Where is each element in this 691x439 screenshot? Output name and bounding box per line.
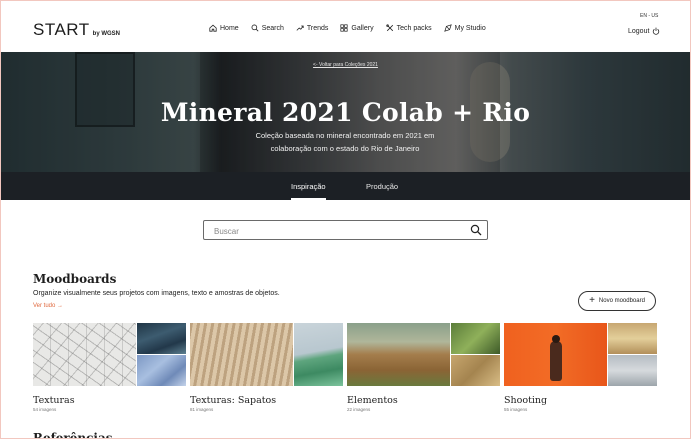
nav-my-studio-label: My Studio (454, 24, 486, 32)
power-icon (653, 27, 660, 35)
moodboard-image (294, 323, 343, 386)
moodboards-description: Organize visualmente seus projetos com i… (33, 290, 280, 297)
logo[interactable]: START by WGSN (33, 20, 120, 40)
nav-trends-label: Trends (306, 24, 329, 32)
moodboard-image (451, 355, 500, 386)
logout-button[interactable]: Logout (628, 27, 660, 35)
moodboard-image (33, 323, 136, 386)
moodboard-count: 54 imagens (33, 407, 57, 412)
moodboard-image (137, 355, 186, 386)
moodboard-image (608, 323, 657, 354)
studio-icon (443, 24, 452, 32)
moodboard-count: 22 imagens (347, 407, 371, 412)
tab-inspiracao[interactable]: Inspiração (291, 182, 326, 200)
search-icon[interactable] (470, 224, 482, 236)
nav-trends[interactable]: Trends (296, 24, 329, 32)
moodboard-image (504, 323, 607, 386)
logout-label: Logout (628, 27, 650, 35)
tab-producao[interactable]: Produção (366, 182, 398, 191)
techpack-icon (385, 24, 393, 32)
plus-icon: + (589, 295, 595, 306)
moodboard-title: Elementos (347, 395, 398, 406)
moodboard-image (451, 323, 500, 354)
references-title: Referências (33, 431, 113, 439)
moodboard-count: 81 imagens (190, 407, 214, 412)
main-nav: Home Search Trends Gallery Tech packs My… (209, 24, 486, 32)
page-subtitle: Coleção baseada no mineral encontrado em… (255, 131, 435, 153)
nav-gallery[interactable]: Gallery (340, 24, 374, 32)
back-to-collections-link[interactable]: <- Voltar para Coleções 2021 (0, 62, 691, 68)
gallery-icon (340, 24, 348, 32)
search-box (203, 220, 488, 241)
moodboard-count: 55 imagens (504, 407, 528, 412)
nav-search[interactable]: Search (251, 24, 284, 32)
language-selector[interactable]: EN - US (640, 13, 658, 19)
moodboard-card-texturas-sapatos[interactable]: Texturas: Sapatos 81 imagens (190, 323, 343, 412)
nav-tech-packs[interactable]: Tech packs (385, 24, 432, 32)
see-all-link[interactable]: Ver tudo → (33, 303, 63, 309)
new-moodboard-button[interactable]: + Novo moodboard (578, 291, 656, 311)
moodboard-title: Texturas: Sapatos (190, 395, 277, 406)
trend-icon (296, 25, 304, 31)
moodboard-card-shooting[interactable]: Shooting 55 imagens (504, 323, 657, 412)
nav-gallery-label: Gallery (351, 24, 374, 32)
nav-tech-packs-label: Tech packs (396, 24, 432, 32)
moodboard-image (137, 323, 186, 354)
moodboard-card-texturas[interactable]: Texturas 54 imagens (33, 323, 186, 412)
moodboard-card-elementos[interactable]: Elementos 22 imagens (347, 323, 500, 412)
moodboard-title: Shooting (504, 395, 548, 406)
nav-home[interactable]: Home (209, 24, 239, 32)
moodboard-title: Texturas (33, 395, 75, 406)
moodboard-image (608, 355, 657, 386)
home-icon (209, 24, 217, 32)
logo-subtext: by WGSN (92, 31, 120, 37)
moodboard-image (347, 323, 450, 386)
search-icon (251, 24, 259, 32)
nav-search-label: Search (261, 24, 284, 32)
moodboard-image (190, 323, 293, 386)
moodboards-title: Moodboards (33, 272, 117, 286)
nav-home-label: Home (220, 24, 239, 32)
section-tabs: Inspiração Produção (0, 172, 691, 200)
search-input[interactable] (204, 222, 444, 241)
top-bar: START by WGSN Home Search Trends Gallery… (0, 0, 691, 52)
hero-banner: <- Voltar para Coleções 2021 Mineral 202… (0, 52, 691, 172)
page-title: Mineral 2021 Colab + Rio (160, 98, 531, 127)
logo-text: START (33, 20, 90, 39)
nav-my-studio[interactable]: My Studio (443, 24, 486, 32)
new-moodboard-label: Novo moodboard (598, 298, 645, 304)
